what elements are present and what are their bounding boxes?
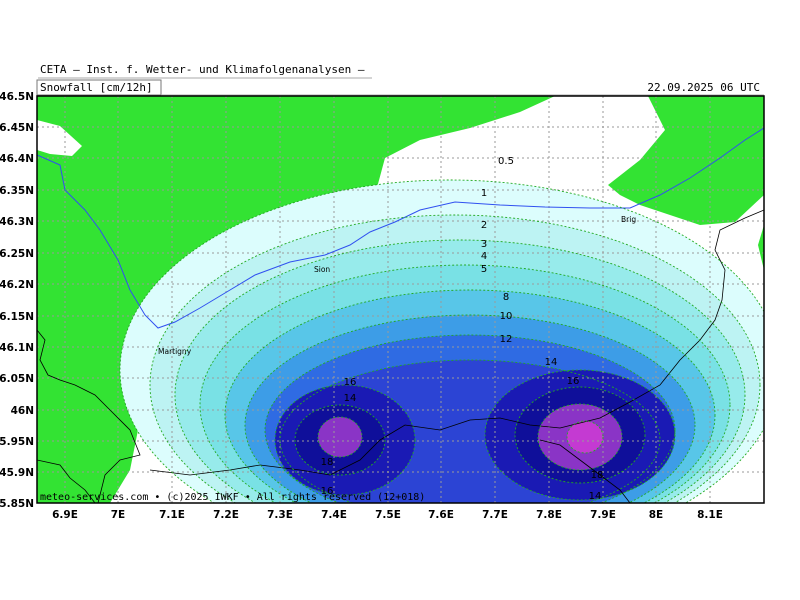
contour-label: 16 [567,376,580,387]
contour-label: 18 [321,457,334,468]
lon-tick-label: 8E [649,509,663,521]
variable-box [36,79,162,96]
lat-tick-label: 46.4N [0,153,34,165]
contour-label: 14 [344,393,357,404]
footer-credits: meteo-services.com • (c)2025 IWKF • All … [40,492,425,503]
lat-tick-label: 46.2N [0,279,34,291]
lon-tick-label: 7.1E [159,509,185,521]
contour-label: 5 [481,264,487,275]
lon-tick-label: 7.9E [590,509,616,521]
lon-tick-label: 7.4E [321,509,347,521]
longitude-ticks: 6.9E 7E 7.1E 7.2E 7.3E 7.4E 7.5E 7.6E 7.7E 7.8E 7.… [52,509,723,521]
lon-tick-label: 7.6E [428,509,454,521]
lon-tick-label: 7E [111,509,125,521]
contour-label: 4 [481,251,487,262]
lat-tick-label: 45.95N [0,436,34,448]
contour-label: 1 [481,188,487,199]
contour-label: 8 [503,292,509,303]
lat-tick-label: 46.35N [0,185,34,197]
contour-label: 0.5 [498,156,514,167]
snowfall-map: 0.51234581012141614161818141614 Sion Mar… [0,77,765,521]
lon-tick-label: 7.5E [375,509,401,521]
lat-tick-label: 45.9N [0,467,34,479]
contour-label: 3 [481,239,487,250]
lat-tick-label: 46N [11,405,34,417]
city-brig: Brig [621,215,636,224]
contour-label: 14 [545,357,558,368]
lat-tick-label: 45.85N [0,498,34,510]
lat-tick-label: 46.25N [0,248,34,260]
city-sion: Sion [314,265,330,274]
contour-label: 18 [591,470,604,481]
latitude-ticks: 46.5N 46.45N 46.4N 46.35N 46.3N 46.25N 46.2N 46… [0,91,34,510]
lat-tick-label: 46.45N [0,122,34,134]
contour-label: 12 [500,334,513,345]
contour-label: 16 [344,377,357,388]
contour-label: 14 [589,491,602,502]
lon-tick-label: 7.2E [213,509,239,521]
lat-tick-label: 46.15N [0,311,34,323]
lon-tick-label: 7.8E [536,509,562,521]
city-martigny: Martigny [158,347,192,356]
lon-tick-label: 6.9E [52,509,78,521]
contour-label: 2 [481,220,487,231]
contour-label: 10 [500,311,513,322]
map-area: 0.51234581012141614161818141614 Sion Mar… [37,96,764,503]
lon-tick-label: 8.1E [697,509,723,521]
lon-tick-label: 7.3E [267,509,293,521]
lat-tick-label: 46.5N [0,91,34,103]
lat-tick-label: 46.3N [0,216,34,228]
lat-tick-label: 46.05N [0,373,34,385]
lat-tick-label: 46.1N [0,342,34,354]
lon-tick-label: 7.7E [482,509,508,521]
